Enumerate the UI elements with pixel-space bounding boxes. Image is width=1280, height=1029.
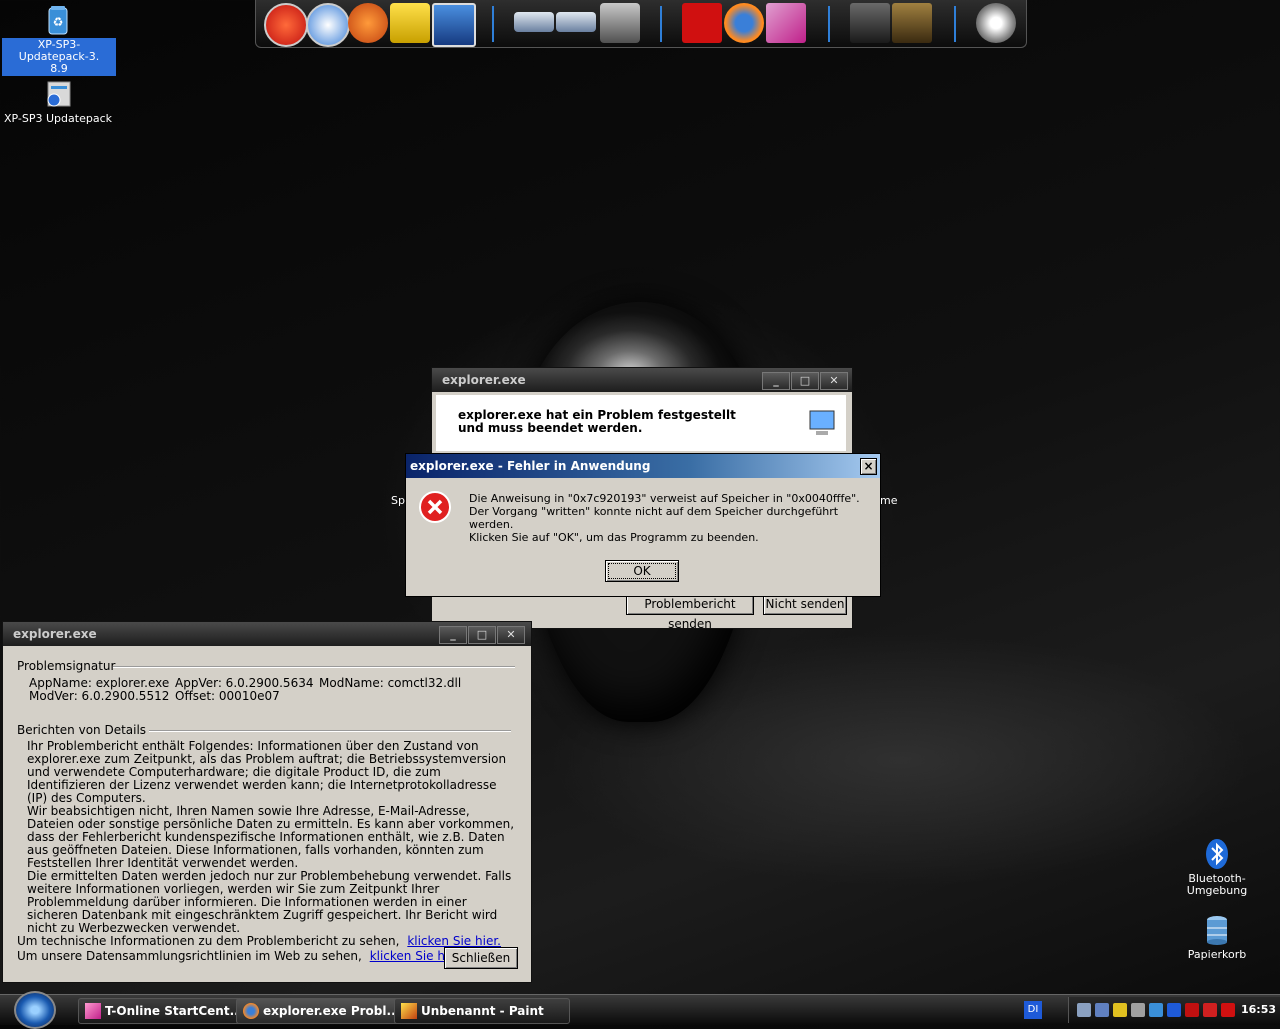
dock-separator	[828, 6, 830, 42]
security-icon[interactable]	[1185, 1003, 1199, 1017]
start-button[interactable]	[14, 991, 56, 1029]
close-button[interactable]: ✕	[497, 626, 525, 644]
divider	[149, 730, 511, 732]
language-indicator[interactable]: DI	[1024, 1001, 1042, 1019]
warning-icon[interactable]	[1113, 1003, 1127, 1017]
window-title: explorer.exe	[13, 627, 97, 641]
details-paragraph-2: Wir beabsichtigen nicht, Ihren Namen sow…	[27, 804, 515, 870]
antivirus-icon[interactable]	[1203, 1003, 1217, 1017]
details-heading: Berichten von Details	[17, 723, 147, 737]
network-icon-2[interactable]	[1095, 1003, 1109, 1017]
task-button-explorer[interactable]: explorer.exe Probl...	[236, 998, 412, 1024]
desktop-partial-label-right: me	[880, 494, 898, 507]
minimize-button[interactable]: _	[439, 626, 467, 644]
close-details-button[interactable]: Schließen	[444, 947, 518, 969]
desktop-icon-updatepack-389[interactable]: ♻ XP-SP3-Updatepack-3. 8.9	[2, 4, 116, 76]
window-title-bar[interactable]: explorer.exe _ □ ✕	[432, 368, 852, 392]
t-online-task-icon	[85, 1003, 101, 1019]
clock[interactable]: 16:53	[1241, 1003, 1276, 1016]
modname-field: ModName: comctl32.dll	[319, 676, 462, 690]
offset-field: Offset: 00010e07	[175, 689, 280, 703]
tech-info-line: Um technische Informationen zu dem Probl…	[17, 935, 501, 948]
display-icon[interactable]	[1131, 1003, 1145, 1017]
desktop-icon-label-2: 8.9	[50, 62, 68, 75]
tech-info-text: Um technische Informationen zu dem Probl…	[17, 934, 400, 948]
nero-burn-icon[interactable]	[264, 3, 308, 47]
details-paragraph-1: Ihr Problembericht enthält Folgendes: In…	[27, 739, 507, 805]
paint-task-icon	[401, 1003, 417, 1019]
window-title: explorer.exe	[442, 373, 526, 387]
divider	[113, 666, 515, 668]
window-title-bar[interactable]: explorer.exe _ □ ✕	[3, 622, 531, 646]
settings-icon[interactable]	[1149, 1003, 1163, 1017]
dialog-title: explorer.exe - Fehler in Anwendung	[410, 459, 651, 473]
firefox-icon[interactable]	[724, 3, 764, 43]
recycle-blue-icon: ♻	[42, 4, 74, 36]
svg-text:♻: ♻	[53, 15, 64, 29]
dock-separator	[492, 6, 494, 42]
policy-text: Um unsere Datensammlungsrichtlinien im W…	[17, 949, 362, 963]
monitor-icon[interactable]	[432, 3, 476, 47]
desktop-icon-label: Bluetooth-Umgebung	[1186, 872, 1248, 897]
avira-icon[interactable]	[682, 3, 722, 43]
desktop-icon-label: Papierkorb	[1187, 948, 1247, 961]
toolbox-icon[interactable]	[348, 3, 388, 43]
task-label: T-Online StartCent...	[105, 1004, 244, 1018]
application-dock	[255, 0, 1027, 48]
taskbar: T-Online StartCent... explorer.exe Probl…	[0, 991, 1280, 1029]
desktop-partial-label-left: Sp	[391, 494, 405, 507]
computer-icon	[806, 407, 838, 439]
task-label: explorer.exe Probl...	[263, 1004, 401, 1018]
installer-icon	[42, 78, 74, 110]
fan-icon[interactable]	[976, 3, 1016, 43]
desktop-icon-updatepack[interactable]: XP-SP3 Updatepack	[2, 78, 114, 126]
hard-disk-icon[interactable]	[600, 3, 640, 43]
avira-tray-icon[interactable]	[1221, 1003, 1235, 1017]
task-button-paint[interactable]: Unbenannt - Paint	[394, 998, 570, 1024]
problem-header-panel: explorer.exe hat ein Problem festgestell…	[436, 395, 846, 451]
error-icon	[418, 490, 452, 524]
modver-field: ModVer: 6.0.2900.5512	[29, 689, 170, 703]
system-tray: 16:53	[1068, 997, 1280, 1023]
error-instruction: Klicken Sie auf "OK", um das Programm zu…	[469, 531, 759, 544]
task-button-t-online[interactable]: T-Online StartCent...	[78, 998, 254, 1024]
desktop-icon-label: XP-SP3-Updatepack-3.	[18, 38, 100, 63]
desktop-icon-recycle-bin[interactable]: Papierkorb	[1161, 914, 1273, 962]
dock-separator	[660, 6, 662, 42]
signature-heading: Problemsignatur	[17, 659, 116, 673]
tools-icon[interactable]	[390, 3, 430, 43]
bluetooth-tray-icon[interactable]	[1167, 1003, 1181, 1017]
close-button[interactable]: ✕	[820, 372, 848, 390]
minimize-button[interactable]: _	[762, 372, 790, 390]
dialog-title-bar[interactable]: explorer.exe - Fehler in Anwendung ×	[406, 454, 880, 478]
details-paragraph-3: Die ermittelten Daten werden jedoch nur …	[27, 869, 512, 935]
drive-icon-2[interactable]	[556, 12, 596, 32]
task-label: Unbenannt - Paint	[421, 1004, 544, 1018]
problem-header-text: explorer.exe hat ein Problem festgestell…	[458, 408, 736, 435]
maximize-button[interactable]: □	[468, 626, 496, 644]
recycle-bin-icon	[1201, 914, 1233, 946]
bluetooth-icon	[1201, 838, 1233, 870]
maximize-button[interactable]: □	[791, 372, 819, 390]
game-icon-2[interactable]	[892, 3, 932, 43]
ok-button[interactable]: OK	[605, 560, 679, 582]
game-icon[interactable]	[850, 3, 890, 43]
dialog-close-button[interactable]: ×	[860, 458, 877, 475]
media-player-icon[interactable]	[306, 3, 350, 47]
policy-line: Um unsere Datensammlungsrichtlinien im W…	[17, 950, 463, 963]
desktop-icon-label: XP-SP3 Updatepack	[4, 112, 112, 125]
dock-separator	[954, 6, 956, 42]
drive-icon[interactable]	[514, 12, 554, 32]
firefox-task-icon	[243, 1003, 259, 1019]
network-icon[interactable]	[1077, 1003, 1091, 1017]
error-message: Die Anweisung in "0x7c920193" verweist a…	[469, 492, 860, 531]
desktop-icon-bluetooth[interactable]: Bluetooth-Umgebung	[1161, 838, 1273, 898]
application-error-dialog: explorer.exe - Fehler in Anwendung × Die…	[405, 453, 881, 597]
report-details-window: explorer.exe _ □ ✕ Problemsignatur AppNa…	[2, 621, 532, 983]
t-online-icon[interactable]	[766, 3, 806, 43]
tech-info-link[interactable]: klicken Sie hier.	[407, 934, 501, 948]
